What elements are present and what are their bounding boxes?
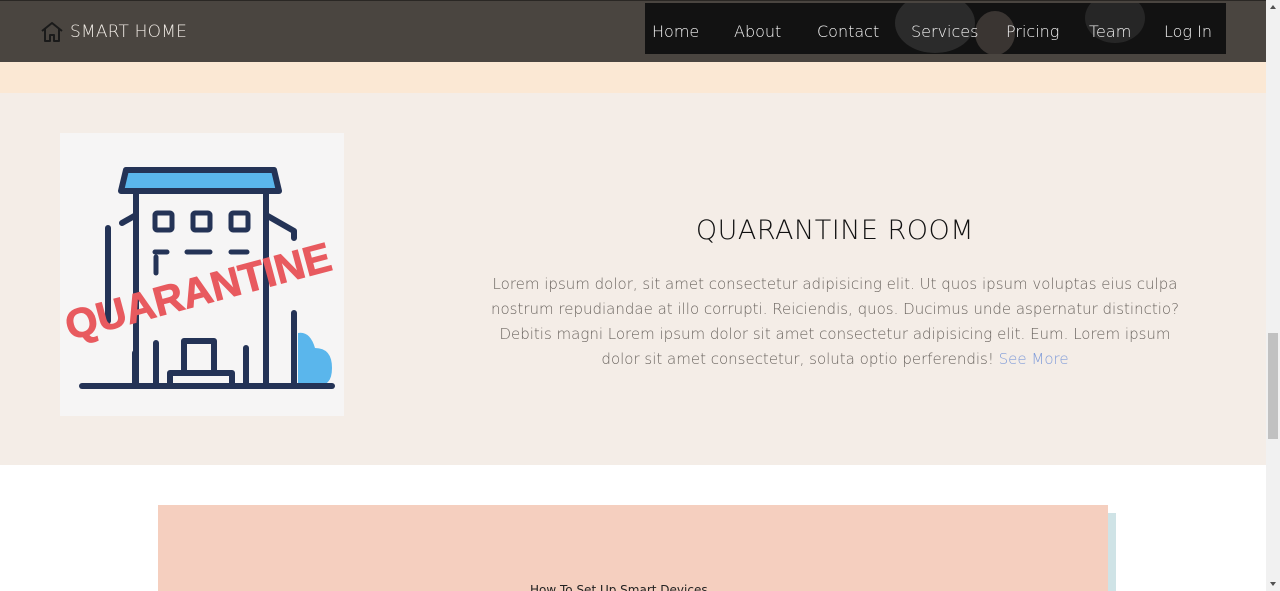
brand-logo[interactable]: SMART HOME bbox=[40, 20, 187, 44]
feature-title: QUARANTINE ROOM bbox=[695, 215, 975, 246]
brand-name: SMART HOME bbox=[70, 22, 188, 42]
nav-item-team[interactable]: Team bbox=[1089, 22, 1131, 41]
home-icon bbox=[41, 22, 63, 42]
cream-divider bbox=[0, 62, 1266, 93]
nav-item-services[interactable]: Services bbox=[911, 22, 978, 41]
nav-item-about[interactable]: About bbox=[734, 22, 781, 41]
vertical-scrollbar[interactable] bbox=[1266, 0, 1280, 591]
feature-body: Lorem ipsum dolor, sit amet consectetur … bbox=[490, 275, 1180, 368]
scroll-up-arrow-icon[interactable] bbox=[1266, 0, 1280, 14]
nav-item-contact[interactable]: Contact bbox=[817, 22, 879, 41]
quarantine-section: QUARANTINE QUARANTINE ROOM Lorem ipsum d… bbox=[0, 93, 1266, 465]
building-icon: QUARANTINE bbox=[60, 167, 337, 389]
nav-item-login[interactable]: Log In bbox=[1164, 22, 1212, 41]
nav-item-pricing[interactable]: Pricing bbox=[1006, 22, 1059, 41]
scroll-down-arrow-icon[interactable] bbox=[1266, 577, 1280, 591]
card-title: How To Set Up Smart Devices bbox=[530, 583, 708, 591]
site-header: SMART HOME Home About Contact Services P… bbox=[0, 0, 1266, 62]
nav-item-home[interactable]: Home bbox=[652, 22, 699, 41]
feature-description: Lorem ipsum dolor, sit amet consectetur … bbox=[478, 272, 1192, 372]
see-more-link[interactable]: See More bbox=[999, 350, 1069, 368]
quarantine-illustration: QUARANTINE bbox=[60, 133, 344, 416]
main-nav: Home About Contact Services Pricing Team… bbox=[645, 3, 1226, 54]
scrollbar-thumb[interactable] bbox=[1268, 333, 1278, 439]
how-to-card bbox=[158, 505, 1108, 591]
